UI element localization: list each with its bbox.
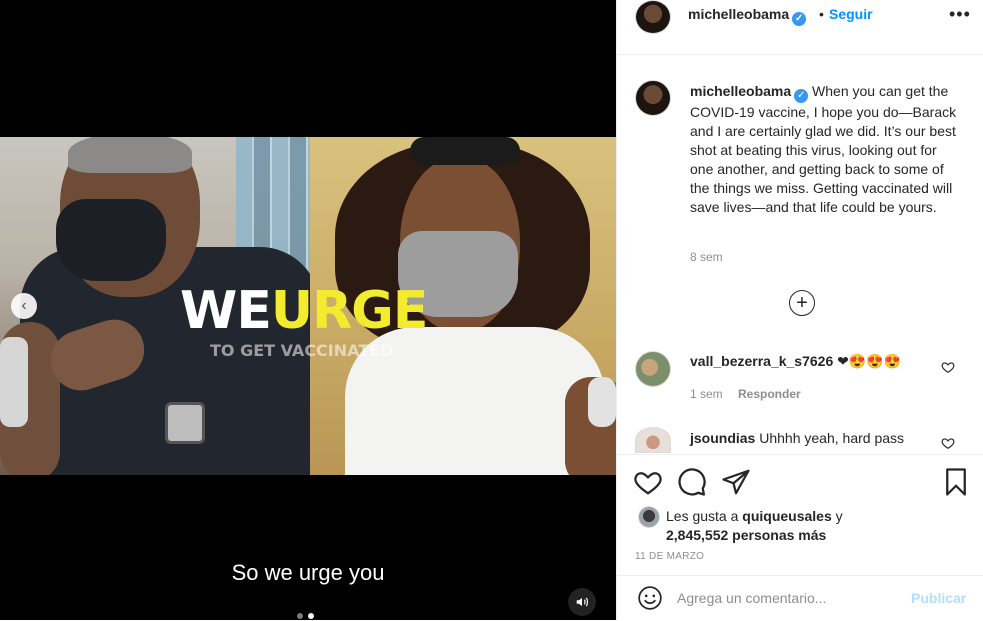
glove xyxy=(0,337,28,427)
emoji-smiley-icon[interactable] xyxy=(637,585,663,611)
sound-toggle-button[interactable] xyxy=(568,588,596,616)
comment-bubble-icon[interactable] xyxy=(677,467,707,497)
follow-button[interactable]: Seguir xyxy=(829,6,873,22)
like-comment-heart-icon[interactable] xyxy=(941,436,955,450)
likes-count[interactable]: 2,845,552 personas más xyxy=(666,527,826,543)
hair xyxy=(68,137,192,173)
carousel-prev-button[interactable]: ‹ xyxy=(11,293,37,319)
comment-avatar[interactable] xyxy=(635,351,671,387)
like-heart-icon[interactable] xyxy=(633,467,663,497)
overlay-headline: WEURGE xyxy=(180,285,428,337)
comment-time[interactable]: 1 sem xyxy=(690,387,723,401)
comment-text: Uhhhh yeah, hard pass xyxy=(759,430,905,446)
comment-input[interactable] xyxy=(677,590,897,606)
share-send-icon[interactable] xyxy=(721,467,751,497)
overlay-subtitle: TO GET VACCINATED xyxy=(210,341,394,360)
header-separator: • xyxy=(819,6,824,22)
verified-badge-icon: ✓ xyxy=(792,12,807,26)
carousel-dot xyxy=(297,613,303,619)
likes-joiner: y xyxy=(835,508,843,524)
like-comment-heart-icon[interactable] xyxy=(941,360,955,374)
comment-username[interactable]: vall_bezerra_k_s7626 xyxy=(690,353,833,369)
liker-avatar[interactable] xyxy=(638,506,660,528)
more-options-icon[interactable]: ••• xyxy=(949,4,971,25)
caption-username[interactable]: michelleobama xyxy=(690,83,791,99)
post-sidebar: michelleobama ✓ • Seguir ••• michelleobam… xyxy=(616,0,983,620)
post-media[interactable]: WEURGE TO GET VACCINATED ‹ So we urge yo… xyxy=(0,0,616,620)
plus-circle-icon: + xyxy=(796,292,808,314)
video-frame: WEURGE TO GET VACCINATED xyxy=(0,137,616,475)
carousel-indicator xyxy=(297,613,314,619)
load-more-comments-button[interactable]: + xyxy=(789,290,815,316)
reply-button[interactable]: Responder xyxy=(738,387,801,401)
overlay-word-urge: URGE xyxy=(270,281,428,341)
post-header: michelleobama ✓ • Seguir ••• xyxy=(617,0,983,55)
headband xyxy=(410,137,520,165)
comment-avatar[interactable] xyxy=(635,427,671,453)
post-actions: Les gusta a quiqueusales y 2,845,552 per… xyxy=(617,454,983,575)
comment-item: vall_bezerra_k_s7626 ❤😍😍😍 xyxy=(690,353,901,370)
verified-badge-icon: ✓ xyxy=(794,89,809,103)
author-avatar[interactable] xyxy=(635,0,671,34)
comment-username[interactable]: jsoundias xyxy=(690,430,755,446)
author-username-text[interactable]: michelleobama xyxy=(688,6,789,22)
glove xyxy=(588,377,616,427)
caption-body: When you can get the COVID-19 vaccine, I… xyxy=(690,83,957,215)
caption-time[interactable]: 8 sem xyxy=(690,250,723,264)
post-date[interactable]: 11 DE MARZO xyxy=(635,551,704,562)
face-mask xyxy=(56,199,166,281)
video-caption: So we urge you xyxy=(231,560,385,585)
post-caption: michelleobama ✓ When you can get the COVI… xyxy=(690,82,960,217)
comment-composer: Publicar xyxy=(617,575,983,621)
comment-text: ❤😍😍😍 xyxy=(837,353,902,369)
publish-button[interactable]: Publicar xyxy=(911,590,966,606)
watch xyxy=(165,402,205,444)
save-bookmark-icon[interactable] xyxy=(941,467,971,497)
overlay-word-we: WE xyxy=(180,281,272,341)
likes-summary: Les gusta a quiqueusales y 2,845,552 per… xyxy=(666,507,966,545)
speaker-icon xyxy=(576,597,588,607)
carousel-dot-active xyxy=(308,613,314,619)
liker-username[interactable]: quiqueusales xyxy=(742,508,831,524)
caption-avatar[interactable] xyxy=(635,80,671,116)
comment-item: jsoundias Uhhhh yeah, hard pass xyxy=(690,430,904,446)
author-username[interactable]: michelleobama ✓ xyxy=(688,6,807,26)
likes-prefix: Les gusta a xyxy=(666,508,739,524)
chevron-left-icon: ‹ xyxy=(21,297,27,314)
